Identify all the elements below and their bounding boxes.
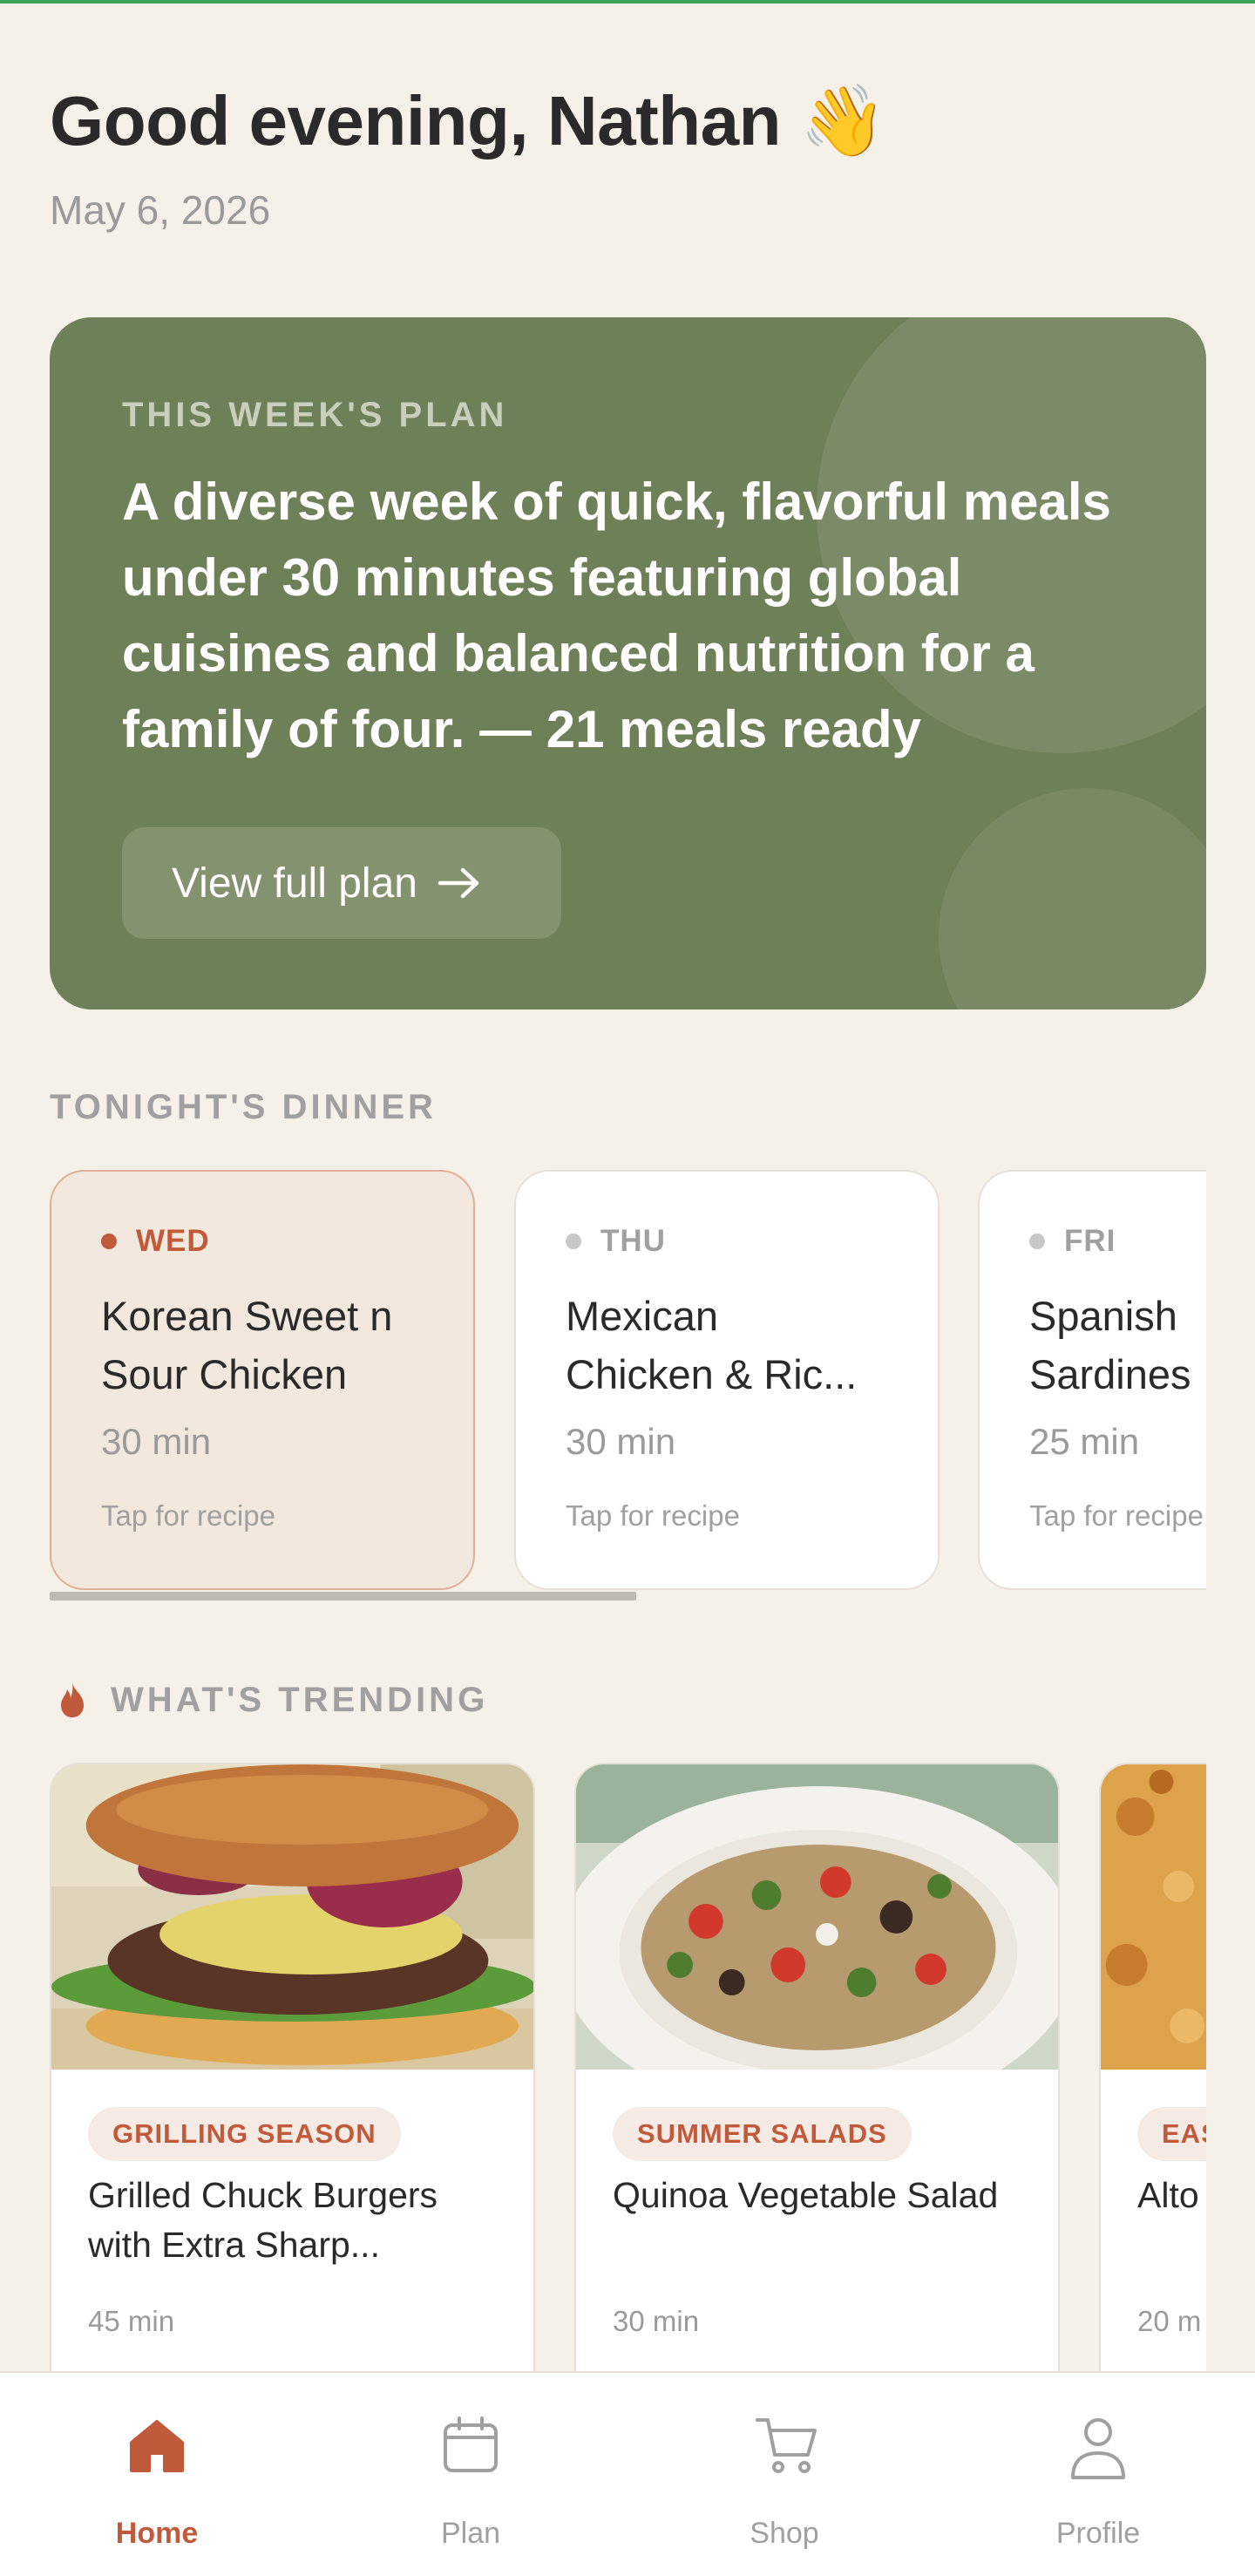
current-date: May 6, 2026 xyxy=(50,187,271,233)
meal-name-line: Korean Sweet n xyxy=(101,1293,393,1339)
meal-name-line: Sardines xyxy=(1029,1351,1191,1397)
meal-hint: Tap for recipe xyxy=(1029,1499,1204,1532)
bottom-navigation: Home Plan Shop Profile xyxy=(0,2371,1255,2576)
view-full-plan-label: View full plan xyxy=(172,860,417,907)
meal-name: Mexican Chicken & Ric... xyxy=(566,1287,914,1404)
trending-time: 20 m xyxy=(1137,2305,1202,2337)
trending-card-quinoa[interactable]: SUMMER SALADS Quinoa Vegetable Salad 30 … xyxy=(574,1763,1060,2373)
day-label: WED xyxy=(136,1224,210,1258)
home-icon xyxy=(130,2420,184,2472)
trending-title: Grilled Chuck Burgers with Extra Sharp..… xyxy=(88,2175,438,2265)
meal-name-line: Mexican xyxy=(566,1293,719,1339)
cart-icon xyxy=(756,2418,817,2473)
top-accent-line xyxy=(0,0,1255,3)
trending-tag: EAS xyxy=(1137,2107,1206,2161)
user-icon xyxy=(1071,2418,1125,2479)
calendar-icon xyxy=(444,2416,498,2472)
meal-name-line: Chicken & Ric... xyxy=(566,1351,858,1397)
meal-name: Spanish Sardines xyxy=(1029,1287,1206,1404)
day-dot xyxy=(1029,1234,1045,1249)
tonight-section-title: TONIGHT'S DINNER xyxy=(50,1088,437,1126)
week-plan-eyebrow: THIS WEEK'S PLAN xyxy=(122,396,508,434)
day-label: THU xyxy=(600,1224,666,1258)
day-indicator: WED xyxy=(101,1224,210,1259)
nav-plan-label: Plan xyxy=(440,2517,501,2550)
day-indicator: THU xyxy=(566,1224,666,1259)
mac-and-cheese-photo xyxy=(1101,1764,1206,2070)
meal-name-line: Sour Chicken xyxy=(101,1351,348,1397)
trending-card-burger[interactable]: GRILLING SEASON Grilled Chuck Burgers wi… xyxy=(50,1763,535,2373)
trending-time: 30 min xyxy=(613,2305,700,2337)
trending-title: Quinoa Vegetable Salad xyxy=(613,2175,999,2215)
horizontal-scrollbar[interactable] xyxy=(50,1592,636,1601)
dinner-card-wed[interactable]: WED Korean Sweet n Sour Chicken 30 min T… xyxy=(50,1170,475,1590)
nav-shop-label: Shop xyxy=(750,2517,819,2550)
meal-time: 30 min xyxy=(101,1421,212,1462)
quinoa-salad-photo xyxy=(576,1764,1058,2070)
meal-time: 25 min xyxy=(1029,1421,1140,1462)
trending-time: 45 min xyxy=(88,2305,175,2337)
meal-hint: Tap for recipe xyxy=(101,1499,275,1532)
meal-hint: Tap for recipe xyxy=(566,1499,740,1532)
trending-card-clip: EAS Alto Mac 20 m xyxy=(1099,1763,1206,2373)
day-dot xyxy=(566,1234,581,1249)
trending-tag: SUMMER SALADS xyxy=(613,2107,912,2161)
nav-home[interactable]: Home xyxy=(0,2373,314,2576)
flame-icon xyxy=(61,1682,84,1717)
burger-photo xyxy=(51,1764,533,2070)
trending-card-mac[interactable]: EAS Alto Mac 20 m xyxy=(1099,1763,1206,2373)
day-label: FRI xyxy=(1064,1224,1116,1258)
dinner-card-fri[interactable]: FRI Spanish Sardines 25 min Tap for reci… xyxy=(978,1170,1206,1590)
week-plan-card: THIS WEEK'S PLAN A diverse week of quick… xyxy=(50,317,1206,1009)
meal-name-line: Spanish xyxy=(1029,1293,1177,1339)
arrow-right-icon xyxy=(438,867,479,899)
nav-shop[interactable]: Shop xyxy=(628,2373,941,2576)
nav-plan[interactable]: Plan xyxy=(314,2373,628,2576)
day-indicator: FRI xyxy=(1029,1224,1116,1259)
view-full-plan-button[interactable]: View full plan xyxy=(122,827,561,939)
trending-section-title: WHAT'S TRENDING xyxy=(111,1681,489,1719)
meal-name: Korean Sweet n Sour Chicken xyxy=(101,1287,450,1404)
nav-home-label: Home xyxy=(115,2517,199,2550)
trending-title: Alto Mac xyxy=(1137,2175,1206,2215)
dinner-card-clip: FRI Spanish Sardines 25 min Tap for reci… xyxy=(978,1170,1206,1590)
trending-tag: GRILLING SEASON xyxy=(88,2107,401,2161)
nav-profile-label: Profile xyxy=(1055,2517,1141,2550)
dinner-card-thu[interactable]: THU Mexican Chicken & Ric... 30 min Tap … xyxy=(514,1170,940,1590)
day-dot xyxy=(101,1234,117,1249)
decorative-circle xyxy=(939,788,1206,1009)
meal-time: 30 min xyxy=(566,1421,676,1462)
week-plan-description: A diverse week of quick, flavorful meals… xyxy=(122,472,1111,758)
greeting-heading: Good evening, Nathan 👋 xyxy=(50,82,886,160)
nav-profile[interactable]: Profile xyxy=(941,2373,1255,2576)
